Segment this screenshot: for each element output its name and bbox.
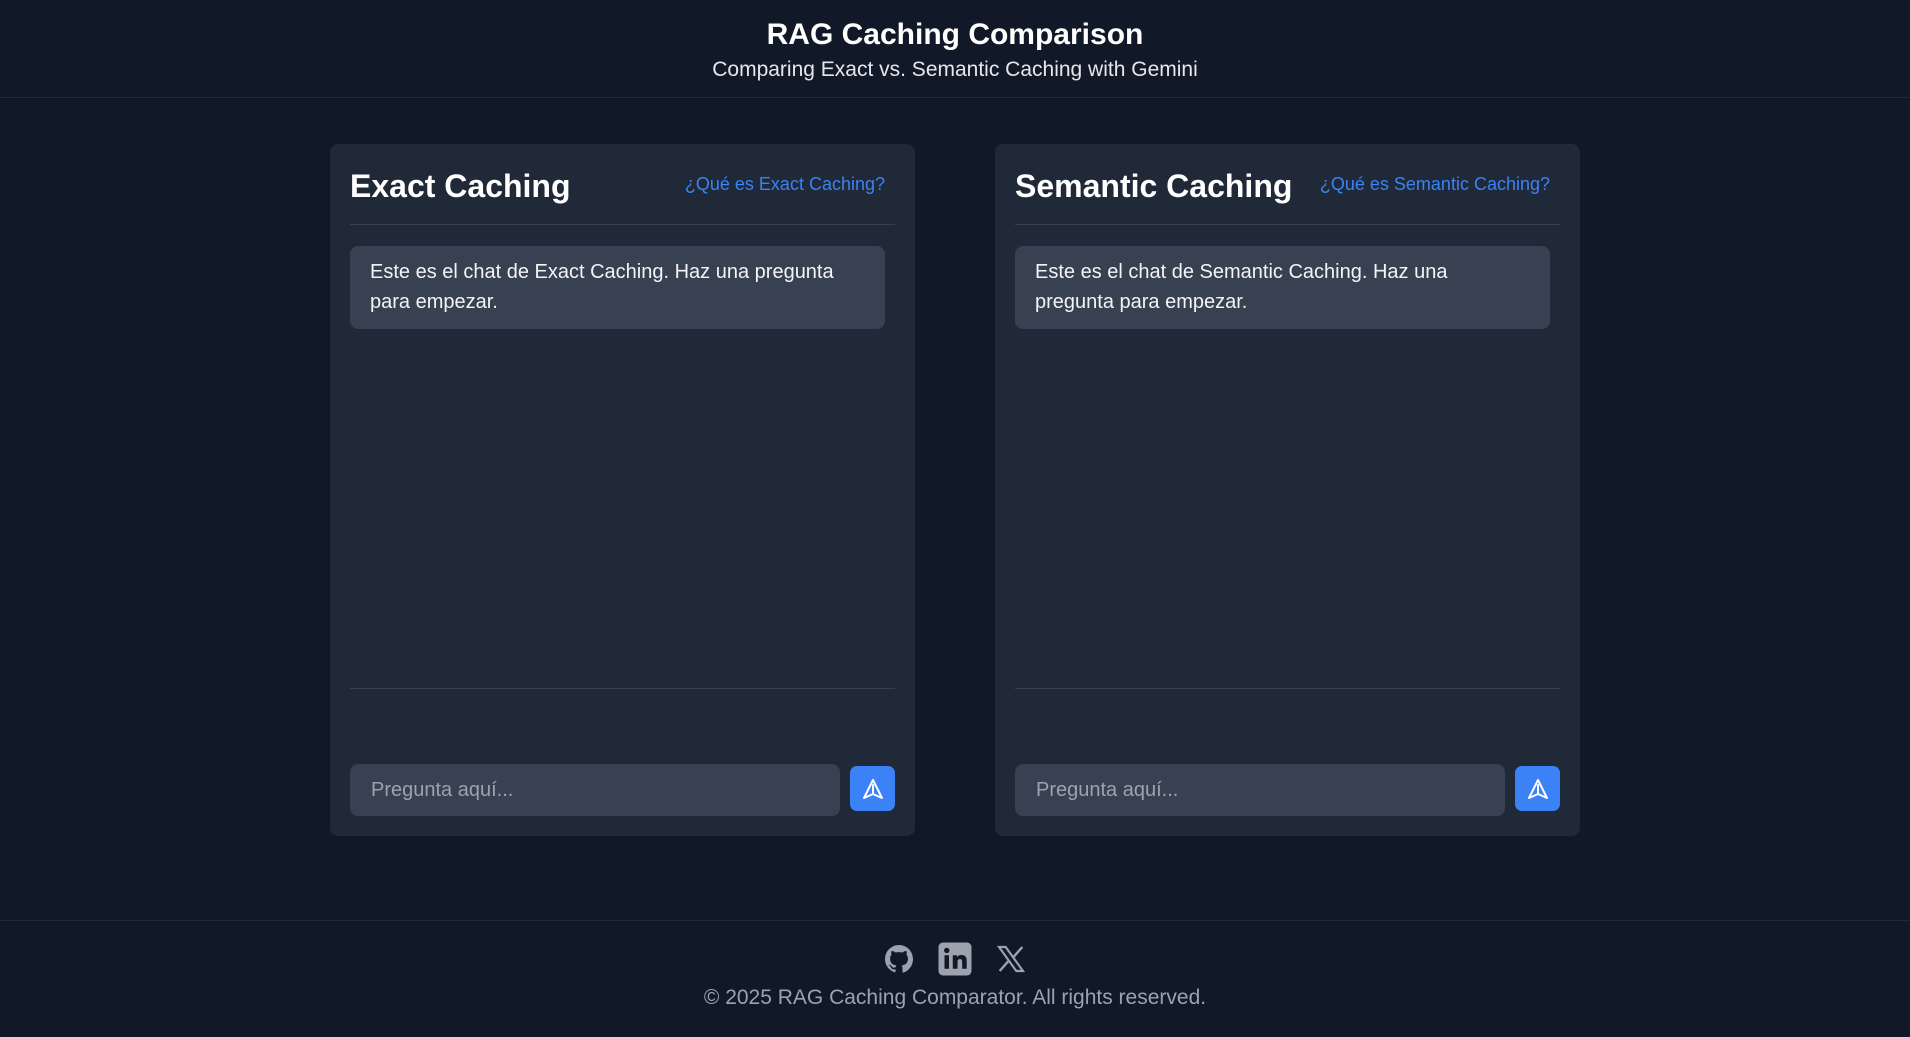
page-footer: © 2025 RAG Caching Comparator. All right… — [0, 920, 1910, 1037]
send-button[interactable] — [850, 766, 895, 811]
copyright-text: © 2025 RAG Caching Comparator. All right… — [703, 986, 1207, 1009]
panel-title: Semantic Caching — [1015, 168, 1293, 204]
chat-input-row — [1015, 764, 1560, 816]
chat-message: Este es el chat de Exact Caching. Haz un… — [350, 246, 885, 329]
panel-header: Semantic Caching ¿Qué es Semantic Cachin… — [1015, 144, 1560, 225]
x-icon — [996, 945, 1026, 973]
semantic-caching-panel: Semantic Caching ¿Qué es Semantic Cachin… — [995, 144, 1580, 836]
chat-input-row — [350, 764, 895, 816]
what-is-semantic-caching-link[interactable]: ¿Qué es Semantic Caching? — [1320, 172, 1550, 196]
panel-title: Exact Caching — [350, 168, 571, 204]
send-icon — [862, 778, 883, 799]
exact-caching-panel: Exact Caching ¿Qué es Exact Caching? Est… — [330, 144, 915, 836]
send-button[interactable] — [1515, 766, 1560, 811]
question-input[interactable] — [350, 764, 840, 816]
social-links — [0, 941, 1910, 977]
github-link[interactable] — [881, 941, 917, 977]
chat-messages: Este es el chat de Exact Caching. Haz un… — [350, 225, 895, 689]
x-link[interactable] — [993, 941, 1029, 977]
github-icon — [885, 945, 913, 973]
panel-header: Exact Caching ¿Qué es Exact Caching? — [350, 144, 895, 225]
what-is-exact-caching-link[interactable]: ¿Qué es Exact Caching? — [685, 172, 885, 196]
linkedin-icon — [938, 942, 972, 976]
question-input[interactable] — [1015, 764, 1505, 816]
chat-message: Este es el chat de Semantic Caching. Haz… — [1015, 246, 1550, 329]
chat-messages: Este es el chat de Semantic Caching. Haz… — [1015, 225, 1560, 689]
send-icon — [1527, 778, 1548, 799]
page-title: RAG Caching Comparison — [766, 18, 1144, 51]
page-header: RAG Caching Comparison Comparing Exact v… — [0, 0, 1910, 98]
page-subtitle: Comparing Exact vs. Semantic Caching wit… — [712, 58, 1198, 81]
linkedin-link[interactable] — [937, 941, 973, 977]
